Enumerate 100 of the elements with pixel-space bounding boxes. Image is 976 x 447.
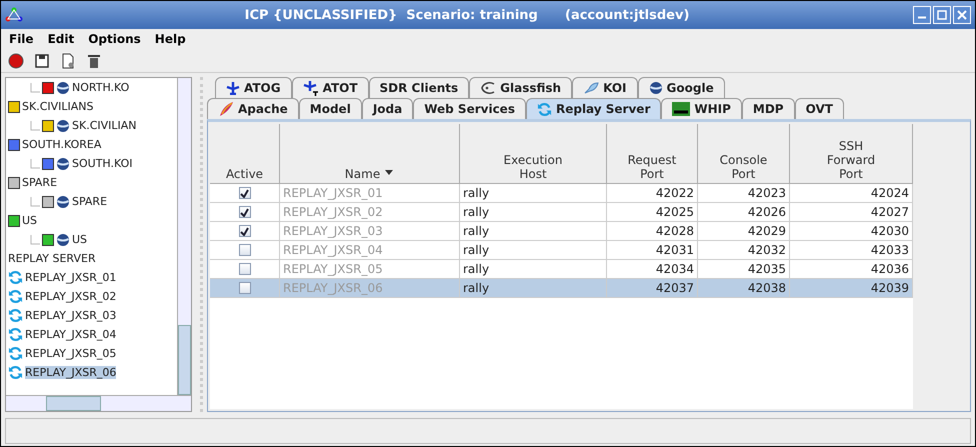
table-cell: rally: [460, 260, 607, 279]
tree-line: [30, 158, 40, 168]
table-cell: 42031: [607, 241, 698, 260]
save-button[interactable]: [33, 52, 51, 70]
vertical-scrollbar[interactable]: [177, 78, 191, 395]
tree-item[interactable]: SOUTH.KOREA: [22, 138, 102, 151]
checkbox[interactable]: [238, 206, 250, 218]
table-cell: rally: [460, 241, 607, 260]
maximize-icon: [937, 10, 947, 20]
table-cell: 42034: [607, 260, 698, 279]
fish-icon: [583, 81, 600, 95]
close-icon: [957, 10, 967, 20]
table-cell: 42035: [698, 260, 790, 279]
tree-item[interactable]: REPLAY_JXSR_05: [25, 347, 116, 360]
maximize-button[interactable]: [933, 6, 951, 24]
close-button[interactable]: [953, 6, 971, 24]
table-cell: 42039: [790, 279, 913, 298]
table-cell: rally: [460, 279, 607, 298]
globe-icon: [56, 156, 70, 170]
tab[interactable]: WHIP: [661, 98, 742, 119]
tree-item[interactable]: REPLAY_JXSR_04: [25, 328, 116, 341]
table-cell: rally: [460, 184, 607, 203]
tree-item[interactable]: SK.CIVILIAN: [72, 119, 137, 132]
table-cell: 42027: [790, 203, 913, 222]
tab[interactable]: MDP: [742, 98, 795, 119]
table-cell: 42025: [607, 203, 698, 222]
record-button[interactable]: [7, 52, 25, 70]
table-cell: 42038: [698, 279, 790, 298]
tab[interactable]: Google: [638, 77, 725, 98]
tree-line: [30, 82, 40, 92]
window-title: ICP {UNCLASSIFIED} Scenario: training (account:jtlsdev): [244, 8, 690, 22]
menu-item[interactable]: Edit: [48, 32, 74, 46]
tree-line: [30, 120, 40, 130]
tab[interactable]: OVT: [794, 98, 844, 119]
tree-item[interactable]: NORTH.KO: [72, 81, 130, 94]
column-header[interactable]: Request Port: [607, 124, 698, 184]
checkbox[interactable]: [238, 244, 250, 256]
globe-icon: [56, 194, 70, 208]
tab[interactable]: Web Services: [413, 98, 526, 119]
refresh-icon: [8, 308, 23, 323]
tree-item[interactable]: SOUTH.KOI: [72, 157, 132, 170]
table-cell: REPLAY_JXSR_04: [280, 241, 460, 260]
tab[interactable]: Glassfish: [469, 77, 572, 98]
tree-item[interactable]: REPLAY_JXSR_02: [25, 290, 116, 303]
logo-icon: [672, 102, 690, 116]
table-cell: REPLAY_JXSR_01: [280, 184, 460, 203]
table-cell: 42022: [607, 184, 698, 203]
table-cell: 42028: [607, 222, 698, 241]
tree-item[interactable]: US: [22, 214, 38, 227]
table-cell: REPLAY_JXSR_05: [280, 260, 460, 279]
refresh-icon: [536, 102, 552, 116]
checkbox[interactable]: [238, 282, 250, 294]
tree-line: [30, 196, 40, 206]
minimize-icon: [917, 16, 927, 19]
tab[interactable]: Model: [298, 98, 362, 119]
tree-item[interactable]: REPLAY_JXSR_06: [25, 366, 116, 379]
table-cell: 42024: [790, 184, 913, 203]
menu-item[interactable]: Help: [154, 32, 186, 46]
refresh-icon: [8, 365, 23, 380]
tree-item[interactable]: SPARE: [72, 195, 108, 208]
tab[interactable]: SDR Clients: [368, 77, 470, 98]
tree-item[interactable]: US: [72, 233, 88, 246]
tree-item[interactable]: REPLAY_JXSR_01: [25, 271, 116, 284]
tab[interactable]: ATOT: [292, 77, 369, 98]
tab[interactable]: Joda: [362, 98, 414, 119]
app-logo-icon: [5, 7, 23, 23]
refresh-icon: [8, 346, 23, 361]
column-header[interactable]: Active: [210, 124, 280, 184]
tab[interactable]: ATOG: [215, 77, 292, 98]
tree-item[interactable]: SK.CIVILIANS: [22, 100, 94, 113]
menu-item[interactable]: File: [9, 32, 34, 46]
fish-icon: [480, 81, 496, 95]
feather-icon: [218, 101, 234, 117]
globe-icon: [56, 80, 70, 94]
column-header[interactable]: Name: [280, 124, 460, 184]
checkbox[interactable]: [238, 263, 250, 275]
tree-line: [30, 234, 40, 244]
column-header[interactable]: SSH Forward Port: [790, 124, 913, 184]
column-header[interactable]: Console Port: [698, 124, 790, 184]
refresh-icon: [8, 327, 23, 342]
table-cell: REPLAY_JXSR_02: [280, 203, 460, 222]
checkbox[interactable]: [238, 225, 250, 237]
globe-icon: [56, 232, 70, 246]
tab[interactable]: Apache: [207, 98, 299, 119]
tab[interactable]: Replay Server: [526, 98, 662, 119]
horizontal-scrollbar[interactable]: [6, 395, 191, 411]
table-cell: 42032: [698, 241, 790, 260]
menu-item[interactable]: Options: [88, 32, 141, 46]
refresh-icon: [8, 289, 23, 304]
airplane-icon: [226, 81, 240, 95]
tab[interactable]: KOI: [572, 77, 638, 98]
checkbox[interactable]: [238, 187, 250, 199]
table-cell: REPLAY_JXSR_06: [280, 279, 460, 298]
tree-item[interactable]: REPLAY SERVER: [8, 252, 96, 265]
table-cell: rally: [460, 203, 607, 222]
tree-item[interactable]: SPARE: [22, 176, 58, 189]
column-header[interactable]: Execution Host: [460, 124, 607, 184]
table-cell: 42029: [698, 222, 790, 241]
minimize-button[interactable]: [913, 6, 931, 24]
tree-item[interactable]: REPLAY_JXSR_03: [25, 309, 116, 322]
